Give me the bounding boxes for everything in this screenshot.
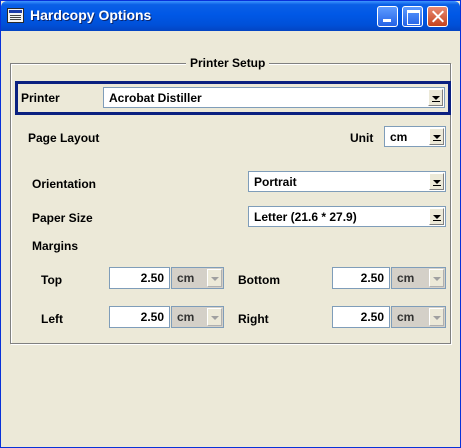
left-margin-unit: cm: [177, 310, 195, 324]
chevron-down-icon[interactable]: [429, 308, 444, 326]
margins-label: Margins: [32, 239, 79, 253]
left-margin-unit-select[interactable]: cm: [171, 306, 224, 328]
right-margin-unit: cm: [397, 310, 415, 324]
printer-select[interactable]: Acrobat Distiller: [103, 87, 445, 108]
window-title: Hardcopy Options: [30, 7, 152, 23]
paper-size-label: Paper Size: [32, 211, 93, 225]
page-layout-label: Page Layout: [28, 131, 100, 145]
printer-setup-caption: Printer Setup: [186, 56, 270, 70]
printer-value: Acrobat Distiller: [109, 91, 202, 105]
unit-select[interactable]: cm: [384, 126, 446, 147]
paper-size-select[interactable]: Letter (21.6 * 27.9): [248, 206, 446, 227]
chevron-down-icon[interactable]: [429, 128, 444, 145]
orientation-label: Orientation: [32, 177, 97, 191]
left-margin-input[interactable]: 2.50: [109, 306, 170, 328]
top-margin-unit: cm: [177, 271, 195, 285]
bottom-margin-unit-select[interactable]: cm: [391, 267, 446, 289]
right-margin-value: 2.50: [360, 310, 384, 324]
top-margin-value: 2.50: [140, 271, 164, 285]
maximize-button[interactable]: [402, 6, 423, 27]
top-margin-input[interactable]: 2.50: [109, 267, 170, 289]
chevron-down-icon[interactable]: [429, 208, 444, 225]
left-margin-label: Left: [41, 312, 63, 326]
close-button[interactable]: [427, 6, 448, 27]
bottom-margin-unit: cm: [397, 271, 415, 285]
orientation-value: Portrait: [254, 175, 297, 189]
paper-size-value: Letter (21.6 * 27.9): [254, 210, 357, 224]
unit-label: Unit: [350, 131, 374, 145]
right-margin-label: Right: [238, 312, 269, 326]
orientation-select[interactable]: Portrait: [248, 171, 446, 192]
top-margin-unit-select[interactable]: cm: [171, 267, 224, 289]
app-window-icon: [7, 8, 24, 23]
right-margin-unit-select[interactable]: cm: [391, 306, 446, 328]
chevron-down-icon[interactable]: [429, 269, 444, 287]
right-margin-input[interactable]: 2.50: [332, 306, 390, 328]
minimize-button[interactable]: [377, 6, 398, 27]
left-margin-value: 2.50: [140, 310, 164, 324]
top-margin-label: Top: [41, 273, 63, 287]
chevron-down-icon[interactable]: [207, 269, 222, 287]
chevron-down-icon[interactable]: [428, 89, 443, 106]
chevron-down-icon[interactable]: [429, 173, 444, 190]
bottom-margin-value: 2.50: [360, 271, 384, 285]
unit-value: cm: [390, 130, 408, 144]
printer-row: Printer Acrobat Distiller: [15, 81, 451, 115]
bottom-margin-input[interactable]: 2.50: [332, 267, 390, 289]
hardcopy-options-window: Hardcopy Options Printer Setup Printer A…: [0, 0, 461, 448]
bottom-margin-label: Bottom: [238, 273, 280, 287]
printer-label: Printer: [21, 91, 60, 105]
title-bar[interactable]: Hardcopy Options: [1, 1, 460, 31]
chevron-down-icon[interactable]: [207, 308, 222, 326]
